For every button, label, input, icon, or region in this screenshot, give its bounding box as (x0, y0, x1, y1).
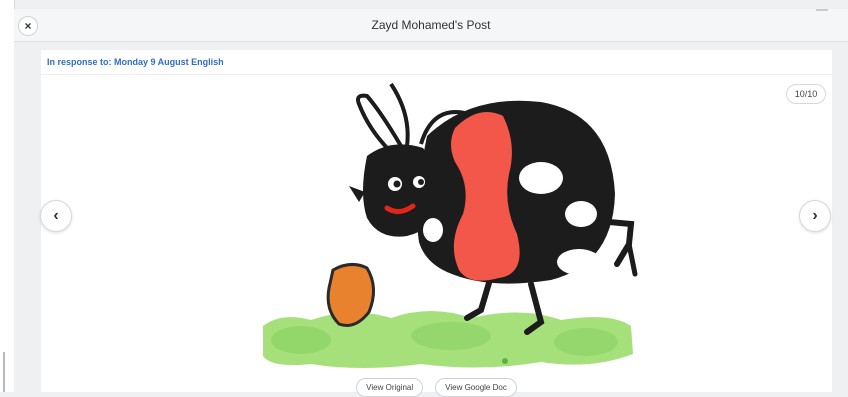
image-counter: 10/10 (786, 84, 826, 104)
modal-title: Zayd Mohamed's Post (371, 18, 491, 32)
modal-header: × Zayd Mohamed's Post (14, 9, 848, 42)
next-image-button[interactable]: › (799, 200, 831, 232)
previous-image-button[interactable]: ‹ (40, 200, 72, 232)
scroll-indicator (3, 352, 5, 392)
post-modal: × Zayd Mohamed's Post In response to: Mo… (14, 9, 848, 397)
view-google-doc-button[interactable]: View Google Doc (435, 378, 517, 397)
image-actions: View Original View Google Doc (41, 378, 832, 397)
assignment-link[interactable]: In response to: Monday 9 August English (47, 57, 224, 67)
chevron-right-icon: › (812, 207, 818, 224)
header-divider (816, 9, 828, 11)
post-image (263, 82, 638, 368)
left-panel-edge (0, 0, 15, 392)
post-card: In response to: Monday 9 August English … (40, 50, 832, 397)
response-bar: In response to: Monday 9 August English (41, 50, 832, 75)
ladybird-drawing (263, 82, 638, 368)
chevron-left-icon: ‹ (53, 207, 59, 224)
view-original-button[interactable]: View Original (356, 378, 424, 397)
